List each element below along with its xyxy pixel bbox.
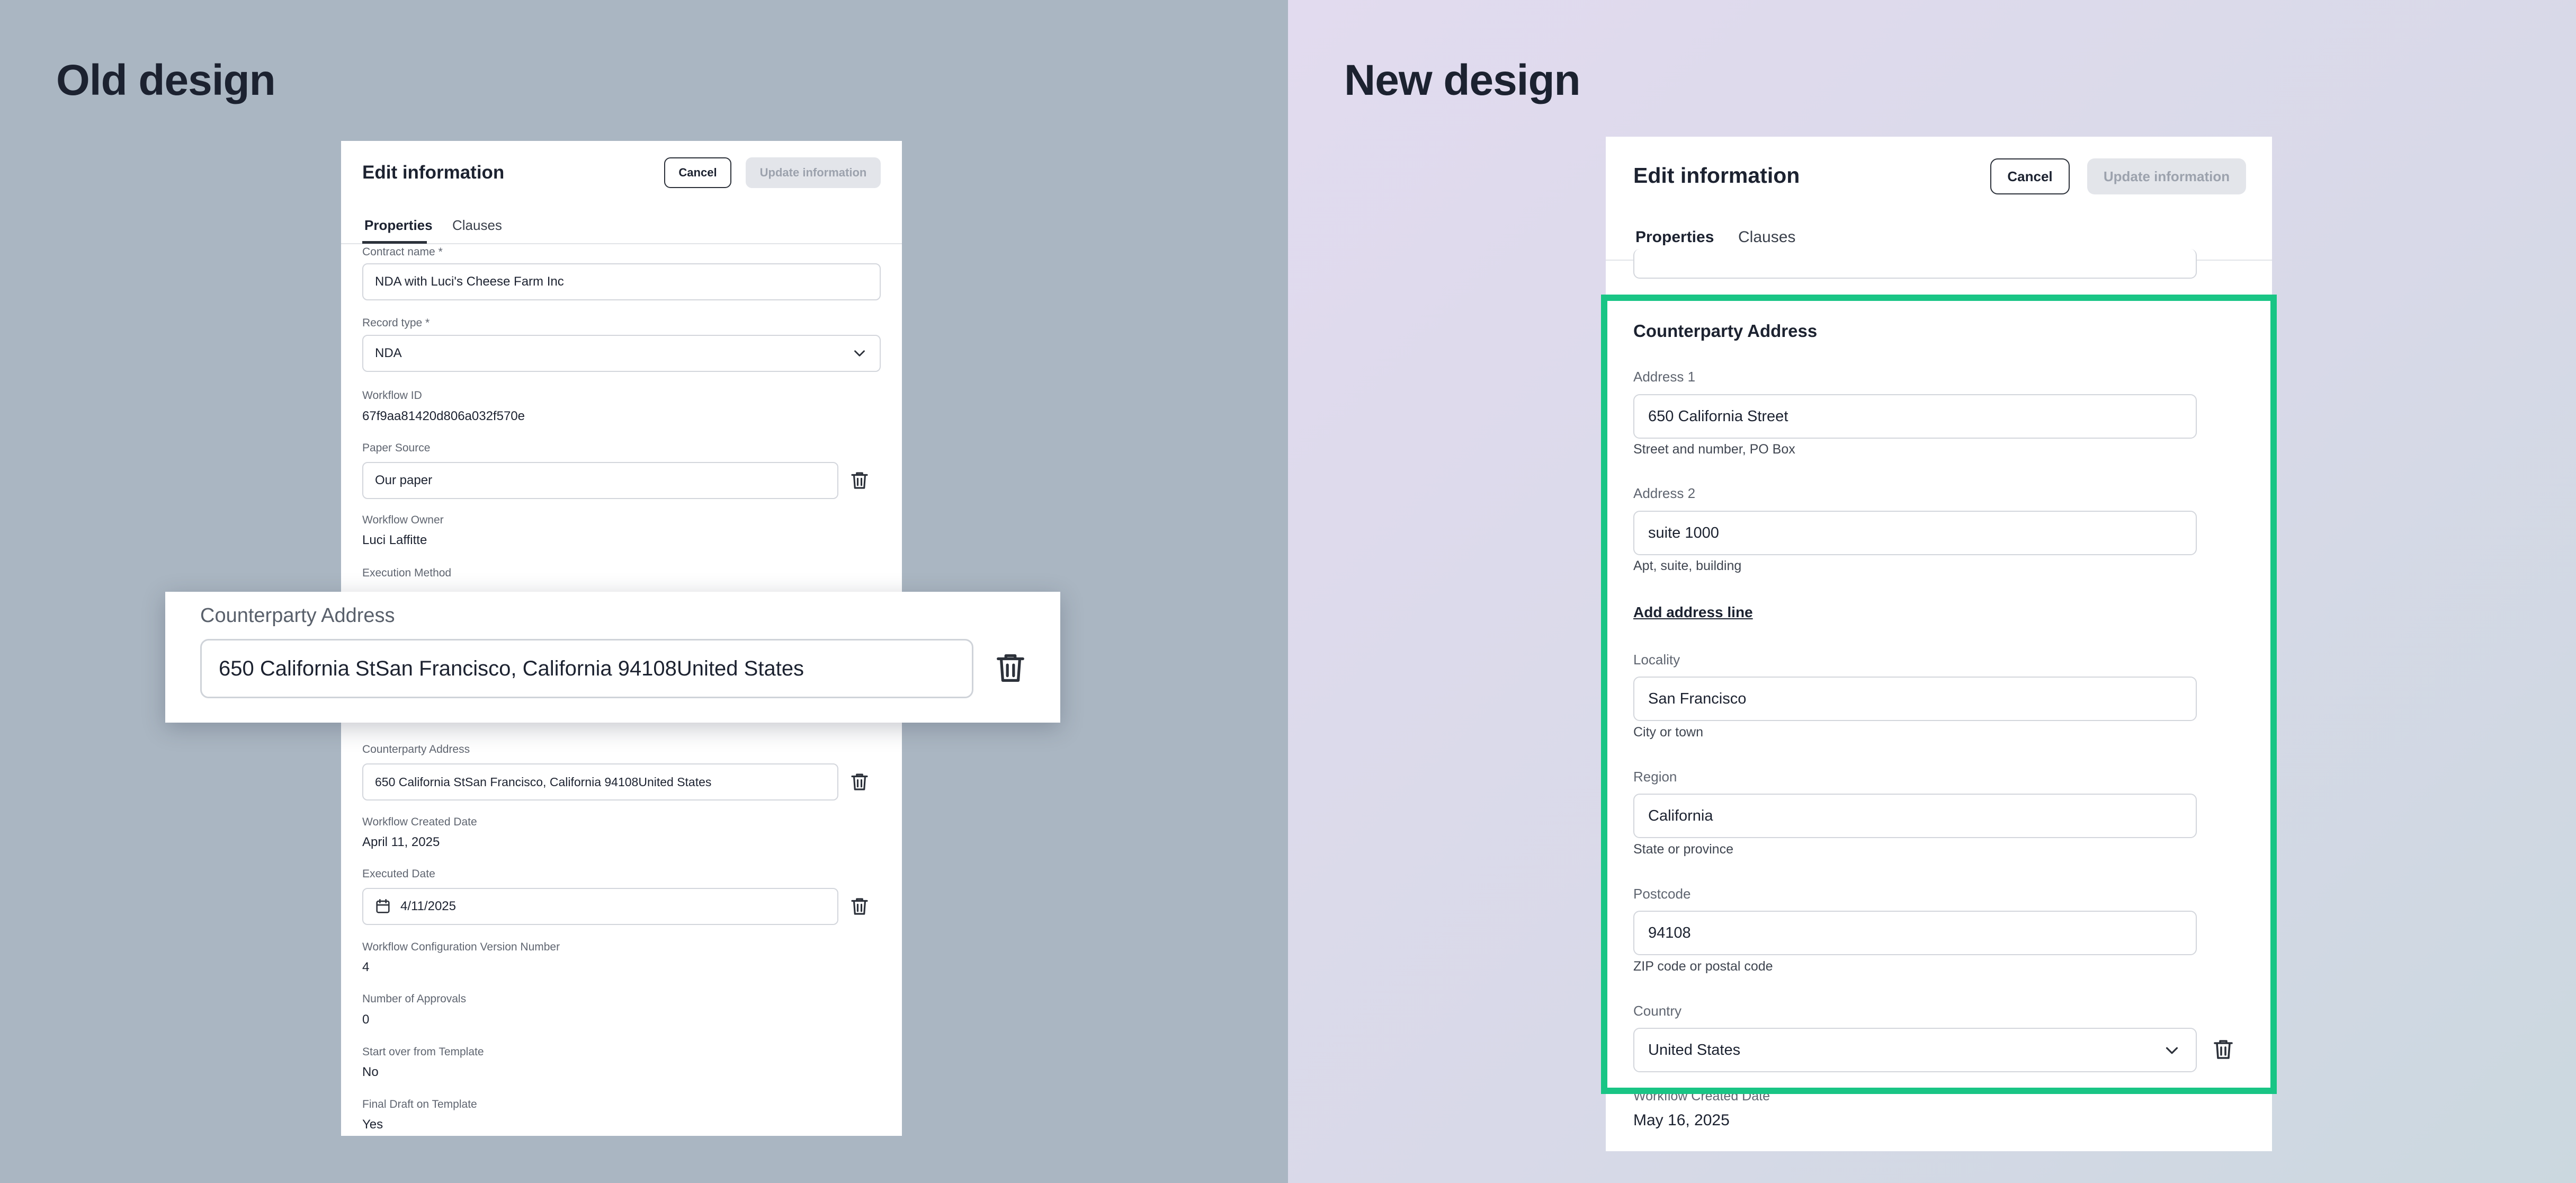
old-tab-properties[interactable]: Properties: [364, 217, 433, 234]
approvals-value: 0: [362, 1012, 370, 1027]
zoom-counterparty-input[interactable]: 650 California StSan Francisco, Californ…: [200, 639, 973, 698]
old-update-button[interactable]: Update information: [746, 157, 881, 188]
config-version-label: Workflow Configuration Version Number: [362, 941, 560, 953]
chevron-down-icon: [851, 344, 869, 362]
zoom-counterparty-label: Counterparty Address: [200, 604, 395, 627]
start-over-value: No: [362, 1065, 379, 1079]
config-version-value: 4: [362, 960, 370, 974]
new-created-date-value: May 16, 2025: [1633, 1111, 1730, 1129]
old-created-date-label: Workflow Created Date: [362, 816, 477, 828]
new-panel-title: Edit information: [1633, 163, 1800, 188]
trash-icon[interactable]: [848, 771, 871, 793]
new-design-section: New design Edit information Cancel Updat…: [1288, 0, 2576, 1183]
old-tab-active-indicator: [362, 241, 427, 244]
new-tab-clauses[interactable]: Clauses: [1738, 228, 1795, 246]
workflow-owner-value: Luci Laffitte: [362, 533, 427, 547]
old-tab-clauses[interactable]: Clauses: [452, 217, 502, 234]
final-draft-value: Yes: [362, 1117, 383, 1132]
new-design-heading: New design: [1344, 56, 1581, 104]
record-type-select[interactable]: NDA: [362, 335, 881, 372]
trash-icon[interactable]: [848, 895, 871, 918]
old-cancel-button[interactable]: Cancel: [664, 157, 731, 188]
calendar-icon: [374, 897, 392, 915]
executed-date-label: Executed Date: [362, 868, 435, 880]
new-update-button[interactable]: Update information: [2087, 158, 2246, 194]
record-type-label: Record type *: [362, 317, 430, 329]
highlight-frame: [1601, 295, 2277, 1094]
old-counterparty-input[interactable]: 650 California StSan Francisco, Californ…: [362, 763, 838, 800]
workflow-owner-label: Workflow Owner: [362, 514, 444, 526]
contract-name-label: Contract name *: [362, 246, 443, 258]
approvals-label: Number of Approvals: [362, 993, 467, 1005]
trash-icon[interactable]: [992, 650, 1029, 687]
old-design-section: Old design Edit information Cancel Updat…: [0, 0, 1288, 1183]
executed-date-value: 4/11/2025: [400, 899, 456, 913]
old-created-date-value: April 11, 2025: [362, 835, 440, 849]
old-design-heading: Old design: [56, 56, 276, 104]
trash-icon[interactable]: [848, 469, 871, 492]
workflow-id-label: Workflow ID: [362, 389, 422, 402]
record-type-value: NDA: [375, 346, 402, 360]
new-cancel-button[interactable]: Cancel: [1990, 158, 2070, 194]
workflow-id-value: 67f9aa81420d806a032f570e: [362, 409, 525, 423]
scrolled-field-stub: [1633, 249, 2197, 279]
new-tab-properties[interactable]: Properties: [1635, 228, 1714, 246]
paper-source-input[interactable]: Our paper: [362, 462, 838, 499]
old-counterparty-label: Counterparty Address: [362, 743, 470, 755]
old-panel-title: Edit information: [362, 162, 505, 183]
final-draft-label: Final Draft on Template: [362, 1098, 477, 1110]
contract-name-input[interactable]: NDA with Luci's Cheese Farm Inc: [362, 263, 881, 300]
execution-method-label: Execution Method: [362, 567, 452, 579]
paper-source-label: Paper Source: [362, 442, 431, 454]
counterparty-zoom-callout: Counterparty Address 650 California StSa…: [165, 592, 1060, 723]
start-over-label: Start over from Template: [362, 1046, 484, 1058]
executed-date-input[interactable]: 4/11/2025: [362, 888, 838, 925]
